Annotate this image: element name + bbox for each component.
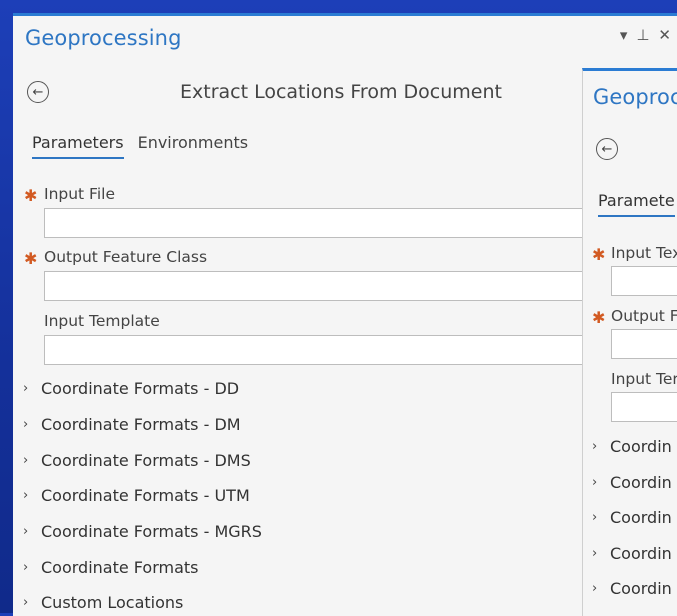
- group-label: Coordinate Formats - DD: [41, 379, 240, 398]
- geoprocessing-pane: Geoprocessing ▾ ⊥ ✕ ← Extract Locations …: [13, 13, 677, 616]
- chevron-right-icon: ›: [23, 524, 29, 539]
- group-coordinate-formats[interactable]: › Coordin: [592, 579, 672, 598]
- pane-controls: ▾ ⊥ ✕: [620, 26, 671, 44]
- pane-title: Geoproc: [593, 85, 677, 109]
- chevron-right-icon: ›: [23, 560, 29, 575]
- required-marker-icon: ✱: [24, 186, 38, 205]
- group-coordinate-formats[interactable]: › Coordin: [592, 508, 672, 527]
- pane-title: Geoprocessing: [25, 26, 182, 50]
- required-marker-icon: ✱: [24, 249, 38, 268]
- chevron-right-icon: ›: [592, 546, 598, 561]
- group-label: Coordin: [610, 437, 672, 456]
- param-label: Input File: [44, 185, 115, 203]
- group-label: Custom Locations: [41, 593, 184, 612]
- group-label: Coordinate Formats - MGRS: [41, 522, 262, 541]
- chevron-right-icon: ›: [592, 510, 598, 525]
- pane-options-dropdown-icon[interactable]: ▾: [620, 26, 628, 44]
- group-coordinate-formats-mgrs[interactable]: › Coordinate Formats - MGRS: [23, 522, 262, 541]
- group-label: Coordinate Formats: [41, 558, 199, 577]
- tab-parameters[interactable]: Paramete: [598, 191, 675, 217]
- param-label: Input Ter: [611, 370, 677, 388]
- group-coordinate-formats[interactable]: › Coordin: [592, 544, 672, 563]
- group-label: Coordinate Formats - UTM: [41, 486, 250, 505]
- output-field[interactable]: [611, 329, 677, 359]
- group-label: Coordin: [610, 473, 672, 492]
- group-coordinate-formats-utm[interactable]: › Coordinate Formats - UTM: [23, 486, 250, 505]
- group-custom-locations[interactable]: › Custom Locations: [23, 593, 183, 612]
- group-label: Coordinate Formats - DMS: [41, 451, 251, 470]
- chevron-right-icon: ›: [23, 453, 29, 468]
- param-label: Input Template: [44, 312, 160, 330]
- required-marker-icon: ✱: [592, 308, 606, 327]
- back-arrow-icon: ←: [32, 84, 44, 100]
- tool-title: Extract Locations From Document: [180, 81, 502, 103]
- required-marker-icon: ✱: [592, 245, 606, 264]
- output-feature-class-field[interactable]: [44, 271, 644, 301]
- chevron-right-icon: ›: [23, 488, 29, 503]
- chevron-right-icon: ›: [23, 595, 29, 610]
- tool-tabs: Parameters Environments: [32, 133, 248, 159]
- close-icon[interactable]: ✕: [658, 26, 671, 44]
- tool-tabs: Paramete: [598, 191, 675, 217]
- group-label: Coordin: [610, 544, 672, 563]
- input-template-field[interactable]: [611, 392, 677, 422]
- group-coordinate-formats-dms[interactable]: › Coordinate Formats - DMS: [23, 451, 251, 470]
- chevron-right-icon: ›: [592, 439, 598, 454]
- group-label: Coordin: [610, 508, 672, 527]
- chevron-right-icon: ›: [23, 381, 29, 396]
- group-label: Coordinate Formats - DM: [41, 415, 241, 434]
- param-label: Output Feature Class: [44, 248, 208, 266]
- group-coordinate-formats[interactable]: › Coordin: [592, 437, 672, 456]
- back-arrow-icon: ←: [601, 141, 613, 157]
- tab-environments[interactable]: Environments: [138, 133, 249, 159]
- input-text-field[interactable]: [611, 266, 677, 296]
- input-template-field[interactable]: [44, 335, 644, 365]
- chevron-right-icon: ›: [592, 581, 598, 596]
- chevron-right-icon: ›: [23, 417, 29, 432]
- param-label: Input Tex: [611, 244, 677, 262]
- group-label: Coordin: [610, 579, 672, 598]
- input-file-field[interactable]: [44, 208, 644, 238]
- pin-icon[interactable]: ⊥: [636, 26, 649, 44]
- param-label: Output F: [611, 307, 677, 325]
- tab-parameters[interactable]: Parameters: [32, 133, 124, 159]
- group-coordinate-formats-dm[interactable]: › Coordinate Formats - DM: [23, 415, 241, 434]
- group-coordinate-formats[interactable]: › Coordin: [592, 473, 672, 492]
- back-button[interactable]: ←: [596, 138, 618, 160]
- group-coordinate-formats-dd[interactable]: › Coordinate Formats - DD: [23, 379, 239, 398]
- group-coordinate-formats[interactable]: › Coordinate Formats: [23, 558, 199, 577]
- back-button[interactable]: ←: [27, 81, 49, 103]
- chevron-right-icon: ›: [592, 475, 598, 490]
- geoprocessing-pane-secondary: Geoproc ← Paramete ✱ Input Tex ✱ Output …: [582, 68, 677, 616]
